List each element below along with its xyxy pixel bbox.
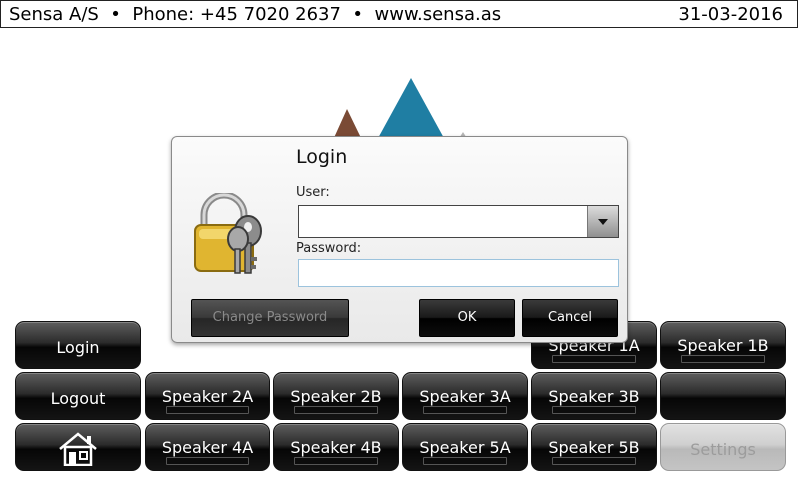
speaker-5b-label: Speaker 5B: [548, 438, 640, 457]
empty-button[interactable]: [660, 372, 786, 420]
user-dropdown[interactable]: [298, 205, 619, 238]
speaker-4a-label: Speaker 4A: [161, 438, 254, 457]
speaker-5a-level-meter: [423, 457, 507, 465]
website: www.sensa.as: [374, 4, 502, 25]
speaker-2b-label: Speaker 2B: [290, 387, 382, 406]
speaker-4a-button[interactable]: Speaker 4A: [145, 423, 270, 471]
speaker-3a-level-meter: [423, 406, 507, 414]
login-button-label: Login: [56, 338, 100, 357]
sensa-logo: [333, 78, 468, 140]
password-field[interactable]: [298, 259, 619, 287]
chevron-down-icon[interactable]: [587, 206, 618, 237]
padlock-keys-icon: [194, 193, 262, 274]
speaker-2a-label: Speaker 2A: [161, 387, 254, 406]
speaker-2a-level-meter: [166, 406, 249, 414]
speaker-2b-level-meter: [294, 406, 378, 414]
change-password-button[interactable]: Change Password: [191, 299, 349, 337]
settings-button-label: Settings: [690, 440, 756, 459]
contact-info: Sensa A/S • Phone: +45 7020 2637 • www.s…: [9, 4, 501, 25]
speaker-5b-level-meter: [552, 457, 636, 465]
logout-button-label: Logout: [50, 389, 106, 408]
speaker-1b-button[interactable]: Speaker 1B: [660, 321, 786, 369]
speaker-3a-label: Speaker 3A: [419, 387, 511, 406]
speaker-3b-level-meter: [552, 406, 636, 414]
house-icon: [59, 432, 97, 466]
speaker-4b-level-meter: [294, 457, 378, 465]
speaker-5a-label: Speaker 5A: [419, 438, 511, 457]
separator-dot: •: [352, 4, 364, 25]
company-name: Sensa A/S: [9, 4, 99, 25]
speaker-4b-label: Speaker 4B: [290, 438, 382, 457]
ok-button[interactable]: OK: [419, 299, 515, 337]
speaker-3a-button[interactable]: Speaker 3A: [402, 372, 528, 420]
speaker-3b-label: Speaker 3B: [548, 387, 640, 406]
separator-dot: •: [110, 4, 121, 25]
home-button[interactable]: [15, 423, 141, 471]
logo-teal-triangle: [377, 78, 445, 140]
date: 31-03-2016: [678, 4, 783, 25]
settings-button[interactable]: Settings: [660, 423, 786, 471]
speaker-5b-button[interactable]: Speaker 5B: [531, 423, 657, 471]
speaker-1b-level-meter: [681, 355, 765, 363]
speaker-1b-label: Speaker 1B: [677, 336, 769, 355]
login-dialog: Login User: Password: Change Password OK…: [171, 136, 628, 343]
speaker-2a-button[interactable]: Speaker 2A: [145, 372, 270, 420]
user-label: User:: [296, 185, 330, 200]
speaker-4a-level-meter: [166, 457, 249, 465]
password-label: Password:: [296, 241, 362, 256]
login-button[interactable]: Login: [15, 321, 141, 369]
speaker-5a-button[interactable]: Speaker 5A: [402, 423, 528, 471]
header-bar: Sensa A/S • Phone: +45 7020 2637 • www.s…: [0, 0, 798, 28]
cancel-button[interactable]: Cancel: [522, 299, 618, 337]
speaker-2b-button[interactable]: Speaker 2B: [273, 372, 399, 420]
phone-number: Phone: +45 7020 2637: [132, 4, 341, 25]
speaker-4b-button[interactable]: Speaker 4B: [273, 423, 399, 471]
speaker-3b-button[interactable]: Speaker 3B: [531, 372, 657, 420]
dialog-title: Login: [296, 146, 348, 168]
speaker-1a-level-meter: [552, 355, 636, 363]
logout-button[interactable]: Logout: [15, 372, 141, 420]
